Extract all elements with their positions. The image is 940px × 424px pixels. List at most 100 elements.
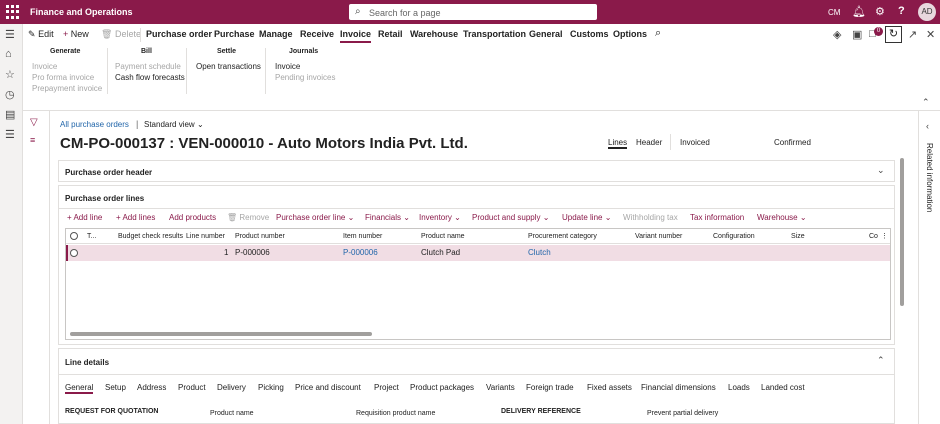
add-lines-button[interactable]: + Add lines [116, 213, 155, 222]
menu-item-payment-schedule[interactable]: Payment schedule [115, 62, 181, 71]
new-button[interactable]: + New [63, 29, 89, 39]
close-icon[interactable]: ✕ [926, 28, 935, 41]
tab-retail[interactable]: Retail [378, 29, 403, 39]
office-icon[interactable]: ▣ [852, 28, 862, 41]
column-header-type[interactable]: T... [87, 233, 96, 240]
financials-menu[interactable]: Financials ⌄ [365, 213, 410, 222]
column-header-color[interactable]: Co [869, 233, 878, 240]
column-header-size[interactable]: Size [791, 233, 805, 240]
fasttab-purchase-order-header[interactable]: Purchase order header ⌄ [58, 160, 895, 182]
tab-general[interactable]: General [65, 383, 94, 394]
cell-product-number[interactable]: P-000006 [235, 248, 270, 257]
breadcrumb[interactable]: All purchase orders [60, 120, 129, 129]
collapse-action-pane-icon[interactable]: ⌃ [922, 97, 930, 108]
workspaces-icon[interactable]: ▤ [5, 108, 15, 121]
menu-item-invoice[interactable]: Invoice [32, 62, 57, 71]
tab-fixed-assets[interactable]: Fixed assets [587, 383, 632, 392]
product-and-supply-menu[interactable]: Product and supply ⌄ [472, 213, 549, 222]
search-box[interactable]: ⌕ Search for a page [349, 4, 597, 20]
tab-delivery[interactable]: Delivery [217, 383, 246, 392]
tab-setup[interactable]: Setup [105, 383, 126, 392]
tab-price-and-discount[interactable]: Price and discount [295, 383, 361, 392]
menu-item-pro-forma-invoice[interactable]: Pro forma invoice [32, 73, 94, 82]
menu-item-open-transactions[interactable]: Open transactions [196, 62, 261, 71]
clock-icon[interactable]: ◷ [5, 88, 15, 101]
column-header-budget-check-results[interactable]: Budget check results [118, 233, 183, 240]
column-header-item-number[interactable]: Item number [343, 233, 382, 240]
chevron-left-icon[interactable]: ‹ [926, 121, 929, 131]
modules-icon[interactable]: ☰ [5, 128, 15, 141]
tab-financial-dimensions[interactable]: Financial dimensions [641, 383, 716, 392]
tab-options[interactable]: Options [613, 29, 647, 39]
tab-invoice[interactable]: Invoice [340, 29, 372, 43]
delete-button[interactable]: 🗑︎ Delete [101, 29, 141, 40]
cell-item-number[interactable]: P-000006 [343, 248, 378, 257]
tab-purchase-order[interactable]: Purchase order [146, 29, 212, 39]
open-new-window-icon[interactable]: ↗ [908, 28, 917, 41]
cell-product-name[interactable]: Clutch Pad [421, 248, 460, 257]
add-products-button[interactable]: Add products [169, 213, 216, 222]
column-header-configuration[interactable]: Configuration [713, 233, 755, 240]
column-header-variant-number[interactable]: Variant number [635, 233, 682, 240]
update-line-menu[interactable]: Update line ⌄ [562, 213, 611, 222]
menu-item-prepayment-invoice[interactable]: Prepayment invoice [32, 84, 102, 93]
cell-procurement-category[interactable]: Clutch [528, 248, 551, 257]
tab-warehouse[interactable]: Warehouse [410, 29, 458, 39]
bell-icon[interactable]: 🔔︎ [852, 5, 866, 18]
company-picker[interactable]: CM [828, 8, 840, 17]
diamond-icon[interactable]: ◈ [833, 28, 841, 41]
column-header-line-number[interactable]: Line number [186, 233, 225, 240]
search-icon[interactable]: ⌕ [655, 27, 661, 40]
app-title[interactable]: Finance and Operations [30, 7, 133, 17]
help-icon[interactable]: ? [898, 5, 905, 17]
avatar[interactable]: AD [918, 3, 936, 21]
add-line-button[interactable]: + Add line [67, 213, 102, 222]
tab-product[interactable]: Product [178, 383, 206, 392]
view-selector[interactable]: Standard view ⌄ [144, 120, 204, 129]
filter-icon[interactable]: ▽ [30, 117, 38, 128]
tab-project[interactable]: Project [374, 383, 399, 392]
related-information-pane[interactable]: ‹ Related information [918, 111, 940, 424]
more-columns-icon[interactable]: ⋮ [881, 232, 888, 240]
edit-button[interactable]: ✎ Edit [28, 29, 54, 40]
app-launcher-icon[interactable] [6, 5, 20, 19]
tab-picking[interactable]: Picking [258, 383, 284, 392]
tab-lines[interactable]: Lines [608, 138, 628, 149]
home-icon[interactable]: ⌂ [5, 48, 12, 60]
inventory-menu[interactable]: Inventory ⌄ [419, 213, 461, 222]
purchase-order-line-menu[interactable]: Purchase order line ⌄ [276, 213, 354, 222]
tab-customs[interactable]: Customs [570, 29, 609, 39]
tab-foreign-trade[interactable]: Foreign trade [526, 383, 574, 392]
menu-item-journal-invoice[interactable]: Invoice [275, 62, 300, 71]
menu-item-pending-invoices[interactable]: Pending invoices [275, 73, 335, 82]
row-select-radio[interactable] [70, 249, 78, 257]
tab-landed-cost[interactable]: Landed cost [761, 383, 805, 392]
tab-purchase[interactable]: Purchase [214, 29, 255, 39]
tab-manage[interactable]: Manage [259, 29, 293, 39]
column-header-product-number[interactable]: Product number [235, 233, 285, 240]
withholding-tax-button[interactable]: Withholding tax [623, 213, 678, 222]
select-all-radio[interactable] [70, 232, 78, 240]
remove-button[interactable]: 🗑︎ Remove [227, 213, 269, 222]
tab-variants[interactable]: Variants [486, 383, 515, 392]
tax-information-button[interactable]: Tax information [690, 213, 744, 222]
tab-loads[interactable]: Loads [728, 383, 750, 392]
tab-general[interactable]: General [529, 29, 563, 39]
refresh-icon[interactable]: ↻ [885, 26, 902, 43]
warehouse-menu[interactable]: Warehouse ⌄ [757, 213, 807, 222]
hamburger-icon[interactable]: ☰ [5, 28, 15, 41]
gear-icon[interactable]: ⚙ [875, 5, 885, 18]
tab-header[interactable]: Header [636, 138, 662, 147]
tab-receive[interactable]: Receive [300, 29, 334, 39]
tab-address[interactable]: Address [137, 383, 166, 392]
chevron-down-icon[interactable]: ⌄ [877, 165, 885, 176]
vertical-scrollbar[interactable] [900, 158, 904, 306]
table-row[interactable]: 1 P-000006 P-000006 Clutch Pad Clutch [66, 245, 890, 261]
horizontal-scrollbar[interactable] [70, 332, 372, 336]
star-icon[interactable]: ☆ [5, 68, 15, 81]
column-header-procurement-category[interactable]: Procurement category [528, 233, 597, 240]
tab-transportation[interactable]: Transportation [463, 29, 526, 39]
column-header-product-name[interactable]: Product name [421, 233, 465, 240]
chevron-up-icon[interactable]: ⌃ [877, 355, 885, 366]
tab-product-packages[interactable]: Product packages [410, 383, 474, 392]
